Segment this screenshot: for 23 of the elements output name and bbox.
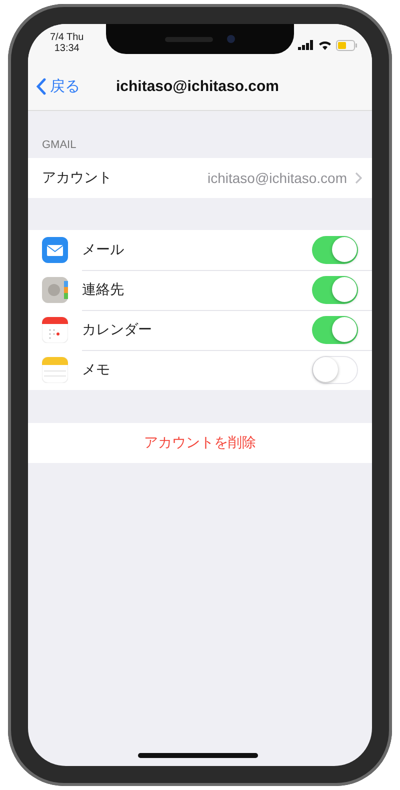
mail-app-icon	[42, 237, 68, 263]
battery-icon	[336, 40, 358, 50]
status-date: 7/4 Thu	[50, 32, 84, 43]
service-label: メモ	[82, 361, 110, 379]
chevron-left-icon	[36, 78, 46, 94]
wifi-icon	[318, 40, 332, 50]
account-row[interactable]: アカウント ichitaso@ichitaso.com	[28, 158, 372, 198]
chevron-right-icon	[355, 172, 362, 184]
nav-title: ichitaso@ichitaso.com	[116, 78, 280, 94]
toggle-switch[interactable]	[312, 316, 358, 344]
toggle-switch[interactable]	[312, 356, 358, 384]
toggle-switch[interactable]	[312, 236, 358, 264]
service-label: カレンダー	[82, 320, 152, 338]
calendar-app-icon	[42, 317, 68, 343]
service-label: 連絡先	[82, 280, 124, 298]
back-button[interactable]: 戻る	[28, 76, 80, 96]
contacts-app-icon	[42, 277, 68, 303]
status-time: 13:34	[54, 43, 80, 54]
service-label: メール	[82, 240, 124, 258]
toggle-switch[interactable]	[312, 276, 358, 304]
signal-icon	[298, 40, 314, 50]
section-header: GMAIL	[41, 138, 78, 153]
notes-app-icon	[42, 357, 68, 383]
